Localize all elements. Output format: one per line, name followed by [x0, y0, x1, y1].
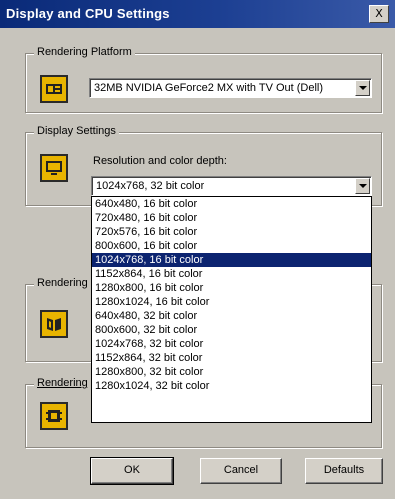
- resolution-option[interactable]: 640x480, 16 bit color: [92, 197, 371, 211]
- cancel-button-label: Cancel: [223, 464, 259, 476]
- monitor-icon: [40, 154, 68, 182]
- window-title: Display and CPU Settings: [6, 6, 170, 21]
- rendering-platform-label: Rendering Platform: [34, 46, 135, 58]
- resolution-option[interactable]: 720x480, 16 bit color: [92, 211, 371, 225]
- resolution-option[interactable]: 1152x864, 16 bit color: [92, 267, 371, 281]
- chevron-down-icon[interactable]: [355, 80, 370, 96]
- rendering-platform-value: 32MB NVIDIA GeForce2 MX with TV Out (Del…: [94, 82, 324, 94]
- ok-button-label: OK: [124, 464, 140, 476]
- resolution-option[interactable]: 1024x768, 16 bit color: [92, 253, 371, 267]
- resolution-option[interactable]: 1280x1024, 16 bit color: [92, 295, 371, 309]
- rendering-group-2-label-text: Rendering: [37, 377, 88, 389]
- resolution-option[interactable]: 640x480, 32 bit color: [92, 309, 371, 323]
- close-button[interactable]: X: [369, 5, 389, 23]
- resolution-option[interactable]: 720x576, 16 bit color: [92, 225, 371, 239]
- rendering-platform-select[interactable]: 32MB NVIDIA GeForce2 MX with TV Out (Del…: [89, 78, 372, 98]
- cpu-chip-icon: [40, 402, 68, 430]
- display-settings-label: Display Settings: [34, 125, 119, 137]
- resolution-option[interactable]: 800x600, 16 bit color: [92, 239, 371, 253]
- book-icon: [40, 310, 68, 338]
- resolution-option[interactable]: 1152x864, 32 bit color: [92, 351, 371, 365]
- display-adapter-icon: [40, 75, 68, 103]
- close-icon: X: [375, 7, 383, 20]
- resolution-option[interactable]: 800x600, 32 bit color: [92, 323, 371, 337]
- rendering-group-1-label: Rendering: [34, 277, 91, 289]
- resolution-option[interactable]: 1280x800, 16 bit color: [92, 281, 371, 295]
- resolution-option[interactable]: 1280x800, 32 bit color: [92, 365, 371, 379]
- resolution-label: Resolution and color depth:: [93, 155, 227, 167]
- defaults-button-label: Defaults: [323, 464, 365, 476]
- resolution-option[interactable]: 1024x768, 32 bit color: [92, 337, 371, 351]
- resolution-option[interactable]: 1280x1024, 32 bit color: [92, 379, 371, 393]
- defaults-button[interactable]: Defaults: [305, 458, 383, 484]
- ok-button[interactable]: OK: [90, 457, 174, 485]
- resolution-dropdown-list[interactable]: 640x480, 16 bit color 720x480, 16 bit col…: [91, 196, 372, 423]
- resolution-value: 1024x768, 32 bit color: [96, 180, 205, 192]
- cancel-button[interactable]: Cancel: [200, 458, 282, 484]
- resolution-select[interactable]: 1024x768, 32 bit color: [91, 176, 372, 196]
- rendering-group-2-label: Rendering: [34, 377, 91, 389]
- title-bar: Display and CPU Settings X: [0, 0, 395, 28]
- chevron-down-icon[interactable]: [355, 178, 370, 194]
